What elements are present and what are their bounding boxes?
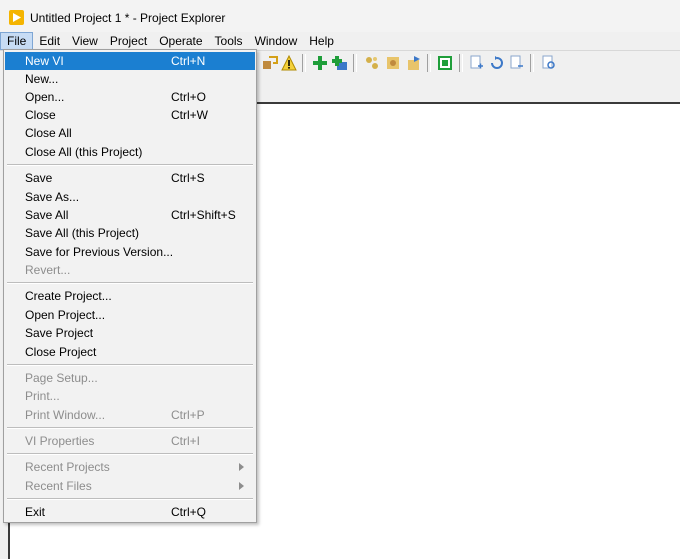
menu-item-label: Print... xyxy=(25,389,60,403)
menu-separator xyxy=(7,498,253,500)
menu-item-label: Save xyxy=(25,171,53,185)
menu-item-close-project[interactable]: Close Project xyxy=(5,343,255,361)
menu-item-label: Close All (this Project) xyxy=(25,145,143,159)
menu-item-label: Close xyxy=(25,108,56,122)
deploy-icon[interactable] xyxy=(406,55,422,71)
menu-item-shortcut: Ctrl+Q xyxy=(171,505,207,519)
menu-item-label: New VI xyxy=(25,54,64,68)
menu-separator xyxy=(7,364,253,366)
menu-item-save-as[interactable]: Save As... xyxy=(5,188,255,206)
menu-separator xyxy=(7,453,253,455)
window-title: Untitled Project 1 * - Project Explorer xyxy=(30,11,226,25)
menu-item-label: Create Project... xyxy=(25,289,112,303)
menu-item-shortcut: Ctrl+P xyxy=(171,408,205,422)
build-icon[interactable] xyxy=(364,55,380,71)
menu-item-shortcut: Ctrl+W xyxy=(171,108,208,122)
menu-separator xyxy=(7,164,253,166)
submenu-arrow-icon xyxy=(239,463,244,471)
menu-item-exit[interactable]: Exit Ctrl+Q xyxy=(5,503,255,521)
toolbar-separator xyxy=(353,54,357,72)
add-item-icon[interactable] xyxy=(312,55,328,71)
menu-item-new[interactable]: New... xyxy=(5,70,255,88)
menu-item-save-all-project[interactable]: Save All (this Project) xyxy=(5,224,255,242)
menu-item-open-project[interactable]: Open Project... xyxy=(5,306,255,324)
menu-item-label: Open Project... xyxy=(25,308,106,322)
dependencies-icon[interactable] xyxy=(262,55,278,71)
menu-item-label: Exit xyxy=(25,505,46,519)
menu-item-label: Recent Projects xyxy=(25,460,110,474)
title-bar: Untitled Project 1 * - Project Explorer xyxy=(0,0,680,32)
menu-item-label: VI Properties xyxy=(25,434,95,448)
menu-item-label: Open... xyxy=(25,90,65,104)
menu-item-save-all[interactable]: Save All Ctrl+Shift+S xyxy=(5,206,255,224)
menu-item-recent-projects: Recent Projects xyxy=(5,458,255,476)
menu-edit[interactable]: Edit xyxy=(33,32,66,50)
refresh-icon[interactable] xyxy=(489,55,505,71)
menu-project[interactable]: Project xyxy=(104,32,153,50)
menu-tools[interactable]: Tools xyxy=(209,32,249,50)
menu-file[interactable]: File xyxy=(0,32,34,50)
menu-item-label: Save All (this Project) xyxy=(25,226,140,240)
menu-item-close-all[interactable]: Close All xyxy=(5,124,255,142)
menu-item-shortcut: Ctrl+S xyxy=(171,171,205,185)
file-menu-dropdown: New VI Ctrl+N New... Open... Ctrl+O Clos… xyxy=(3,49,257,523)
expand-icon[interactable] xyxy=(469,55,485,71)
menu-item-save-project[interactable]: Save Project xyxy=(5,324,255,342)
warning-icon[interactable] xyxy=(281,54,297,71)
menu-item-label: New... xyxy=(25,72,59,86)
menu-item-save[interactable]: Save Ctrl+S xyxy=(5,169,255,187)
menu-item-label: Save for Previous Version... xyxy=(25,245,174,259)
menu-item-save-previous-version[interactable]: Save for Previous Version... xyxy=(5,243,255,261)
menu-item-shortcut: Ctrl+Shift+S xyxy=(171,208,236,222)
toolbar-separator xyxy=(459,54,463,72)
labview-run-icon xyxy=(9,10,24,25)
menu-item-create-project[interactable]: Create Project... xyxy=(5,287,255,305)
menu-item-label: Save All xyxy=(25,208,69,222)
collapse-icon[interactable] xyxy=(509,55,525,71)
vi-hierarchy-icon[interactable] xyxy=(437,55,453,71)
menu-item-vi-properties: VI Properties Ctrl+I xyxy=(5,432,255,450)
menu-bar: File Edit View Project Operate Tools Win… xyxy=(0,32,680,50)
add-folder-icon[interactable] xyxy=(332,55,348,71)
menu-window[interactable]: Window xyxy=(249,32,304,50)
toolbar-separator xyxy=(530,54,534,72)
menu-item-label: Page Setup... xyxy=(25,371,98,385)
menu-item-close-all-project[interactable]: Close All (this Project) xyxy=(5,143,255,161)
menu-item-recent-files: Recent Files xyxy=(5,477,255,495)
menu-item-close[interactable]: Close Ctrl+W xyxy=(5,106,255,124)
menu-separator xyxy=(7,282,253,284)
menu-help[interactable]: Help xyxy=(303,32,340,50)
menu-item-shortcut: Ctrl+N xyxy=(171,54,206,68)
menu-item-label: Close All xyxy=(25,126,72,140)
menu-item-shortcut: Ctrl+I xyxy=(171,434,201,448)
menu-item-new-vi[interactable]: New VI Ctrl+N xyxy=(5,52,255,70)
menu-separator xyxy=(7,427,253,429)
menu-item-page-setup: Page Setup... xyxy=(5,369,255,387)
menu-item-print: Print... xyxy=(5,387,255,405)
menu-item-print-window: Print Window... Ctrl+P xyxy=(5,406,255,424)
menu-item-label: Recent Files xyxy=(25,479,92,493)
menu-item-open[interactable]: Open... Ctrl+O xyxy=(5,88,255,106)
submenu-arrow-icon xyxy=(239,482,244,490)
build-spec-icon[interactable] xyxy=(385,55,401,71)
menu-item-revert: Revert... xyxy=(5,261,255,279)
menu-item-label: Revert... xyxy=(25,263,71,277)
menu-item-label: Save Project xyxy=(25,326,94,340)
find-icon[interactable] xyxy=(541,55,557,71)
toolbar-separator xyxy=(427,54,431,72)
menu-item-shortcut: Ctrl+O xyxy=(171,90,207,104)
toolbar-separator xyxy=(302,54,306,72)
menu-operate[interactable]: Operate xyxy=(153,32,208,50)
menu-item-label: Close Project xyxy=(25,345,97,359)
menu-view[interactable]: View xyxy=(66,32,104,50)
menu-item-label: Save As... xyxy=(25,190,80,204)
menu-item-label: Print Window... xyxy=(25,408,106,422)
